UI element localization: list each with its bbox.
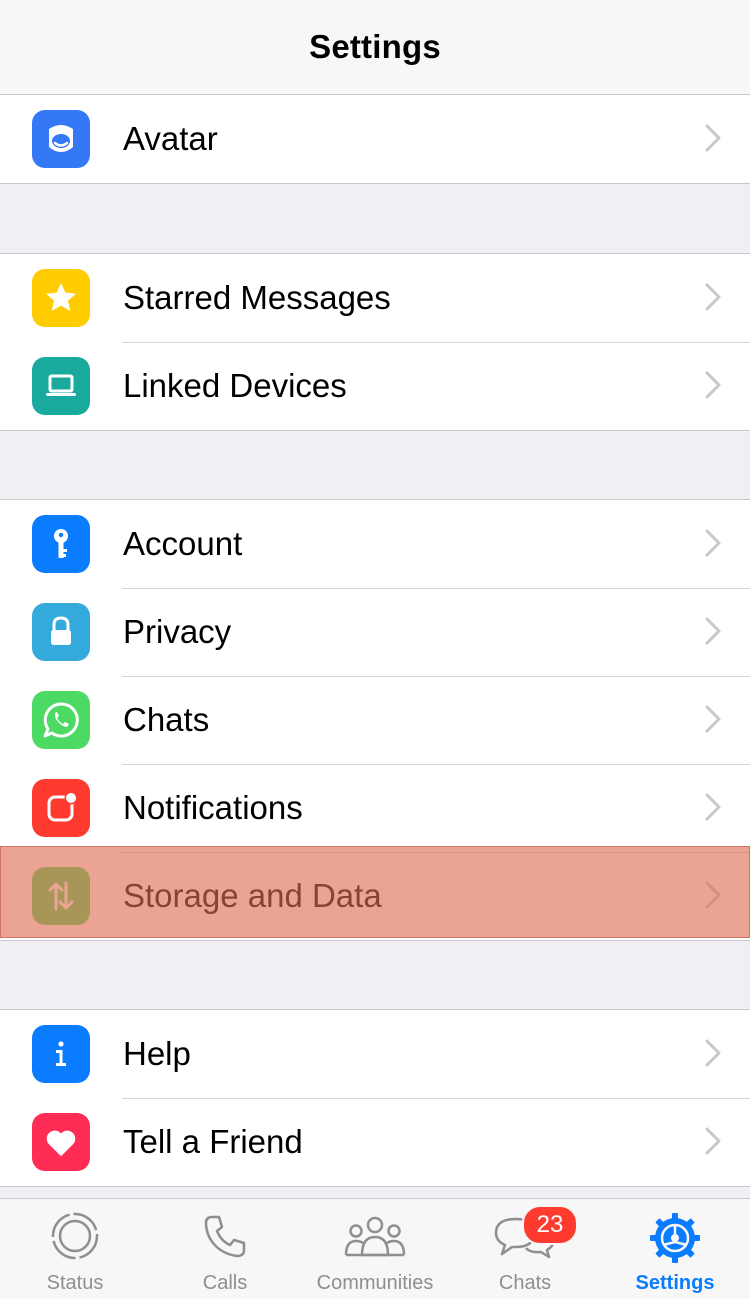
row-label: Privacy [123,613,232,650]
row-label: Help [123,1035,191,1072]
row-label: Starred Messages [123,279,391,316]
chevron-right-icon [704,282,722,317]
chevron-right-icon [704,123,722,158]
tab-label: Status [46,1272,104,1294]
navigation-bar: Settings [0,0,750,95]
info-icon [32,1025,90,1083]
settings-row-help[interactable]: Help [0,1010,750,1098]
tab-label: Communities [316,1272,434,1294]
key-icon [32,515,90,573]
heart-icon [32,1113,90,1171]
star-icon [32,269,90,327]
settings-row-chats[interactable]: Chats [0,676,750,764]
chevron-right-icon [704,1126,722,1161]
chevron-right-icon [704,792,722,827]
chevron-right-icon [704,1038,722,1073]
settings-row-account[interactable]: Account [0,500,750,588]
row-label: Tell a Friend [123,1123,303,1160]
phone-icon [200,1211,250,1266]
row-label: Avatar [123,120,218,157]
tab-bar: Status Calls Communities 23 Chats Settin… [0,1198,750,1299]
lock-icon [32,603,90,661]
tab-settings[interactable]: Settings [600,1199,750,1299]
chevron-right-icon [704,880,722,915]
settings-group: Account Privacy Chats Notifications Stor… [0,499,750,941]
tools-group: Starred Messages Linked Devices [0,253,750,431]
notification-icon [32,779,90,837]
row-label: Notifications [123,789,303,826]
tab-label: Settings [635,1272,715,1294]
settings-row-tell-a-friend[interactable]: Tell a Friend [0,1098,750,1186]
page-title: Settings [309,28,441,65]
tab-chats[interactable]: 23 Chats [450,1199,600,1299]
laptop-icon [32,357,90,415]
tab-communities[interactable]: Communities [300,1199,450,1299]
tab-status[interactable]: Status [0,1199,150,1299]
settings-row-starred-messages[interactable]: Starred Messages [0,254,750,342]
chevron-right-icon [704,528,722,563]
chevron-right-icon [704,704,722,739]
unread-badge: 23 [522,1205,578,1245]
gear-icon [648,1211,702,1270]
chevron-right-icon [704,370,722,405]
tab-label: Chats [498,1272,552,1294]
settings-row-privacy[interactable]: Privacy [0,588,750,676]
avatar-icon [32,110,90,168]
communities-icon [342,1211,408,1266]
tab-label: Calls [202,1272,248,1294]
tab-calls[interactable]: Calls [150,1199,300,1299]
row-label: Account [123,525,243,562]
settings-row-storage-and-data[interactable]: Storage and Data [0,852,750,940]
status-icon [50,1211,100,1266]
row-label: Linked Devices [123,367,347,404]
settings-row-linked-devices[interactable]: Linked Devices [0,342,750,430]
support-group: Help Tell a Friend [0,1009,750,1187]
settings-row-avatar[interactable]: Avatar [0,95,750,183]
storage-arrows-icon [32,867,90,925]
settings-row-notifications[interactable]: Notifications [0,764,750,852]
chevron-right-icon [704,616,722,651]
row-label: Chats [123,701,210,738]
whatsapp-icon [32,691,90,749]
row-label: Storage and Data [123,877,382,914]
profile-group: Avatar [0,94,750,184]
